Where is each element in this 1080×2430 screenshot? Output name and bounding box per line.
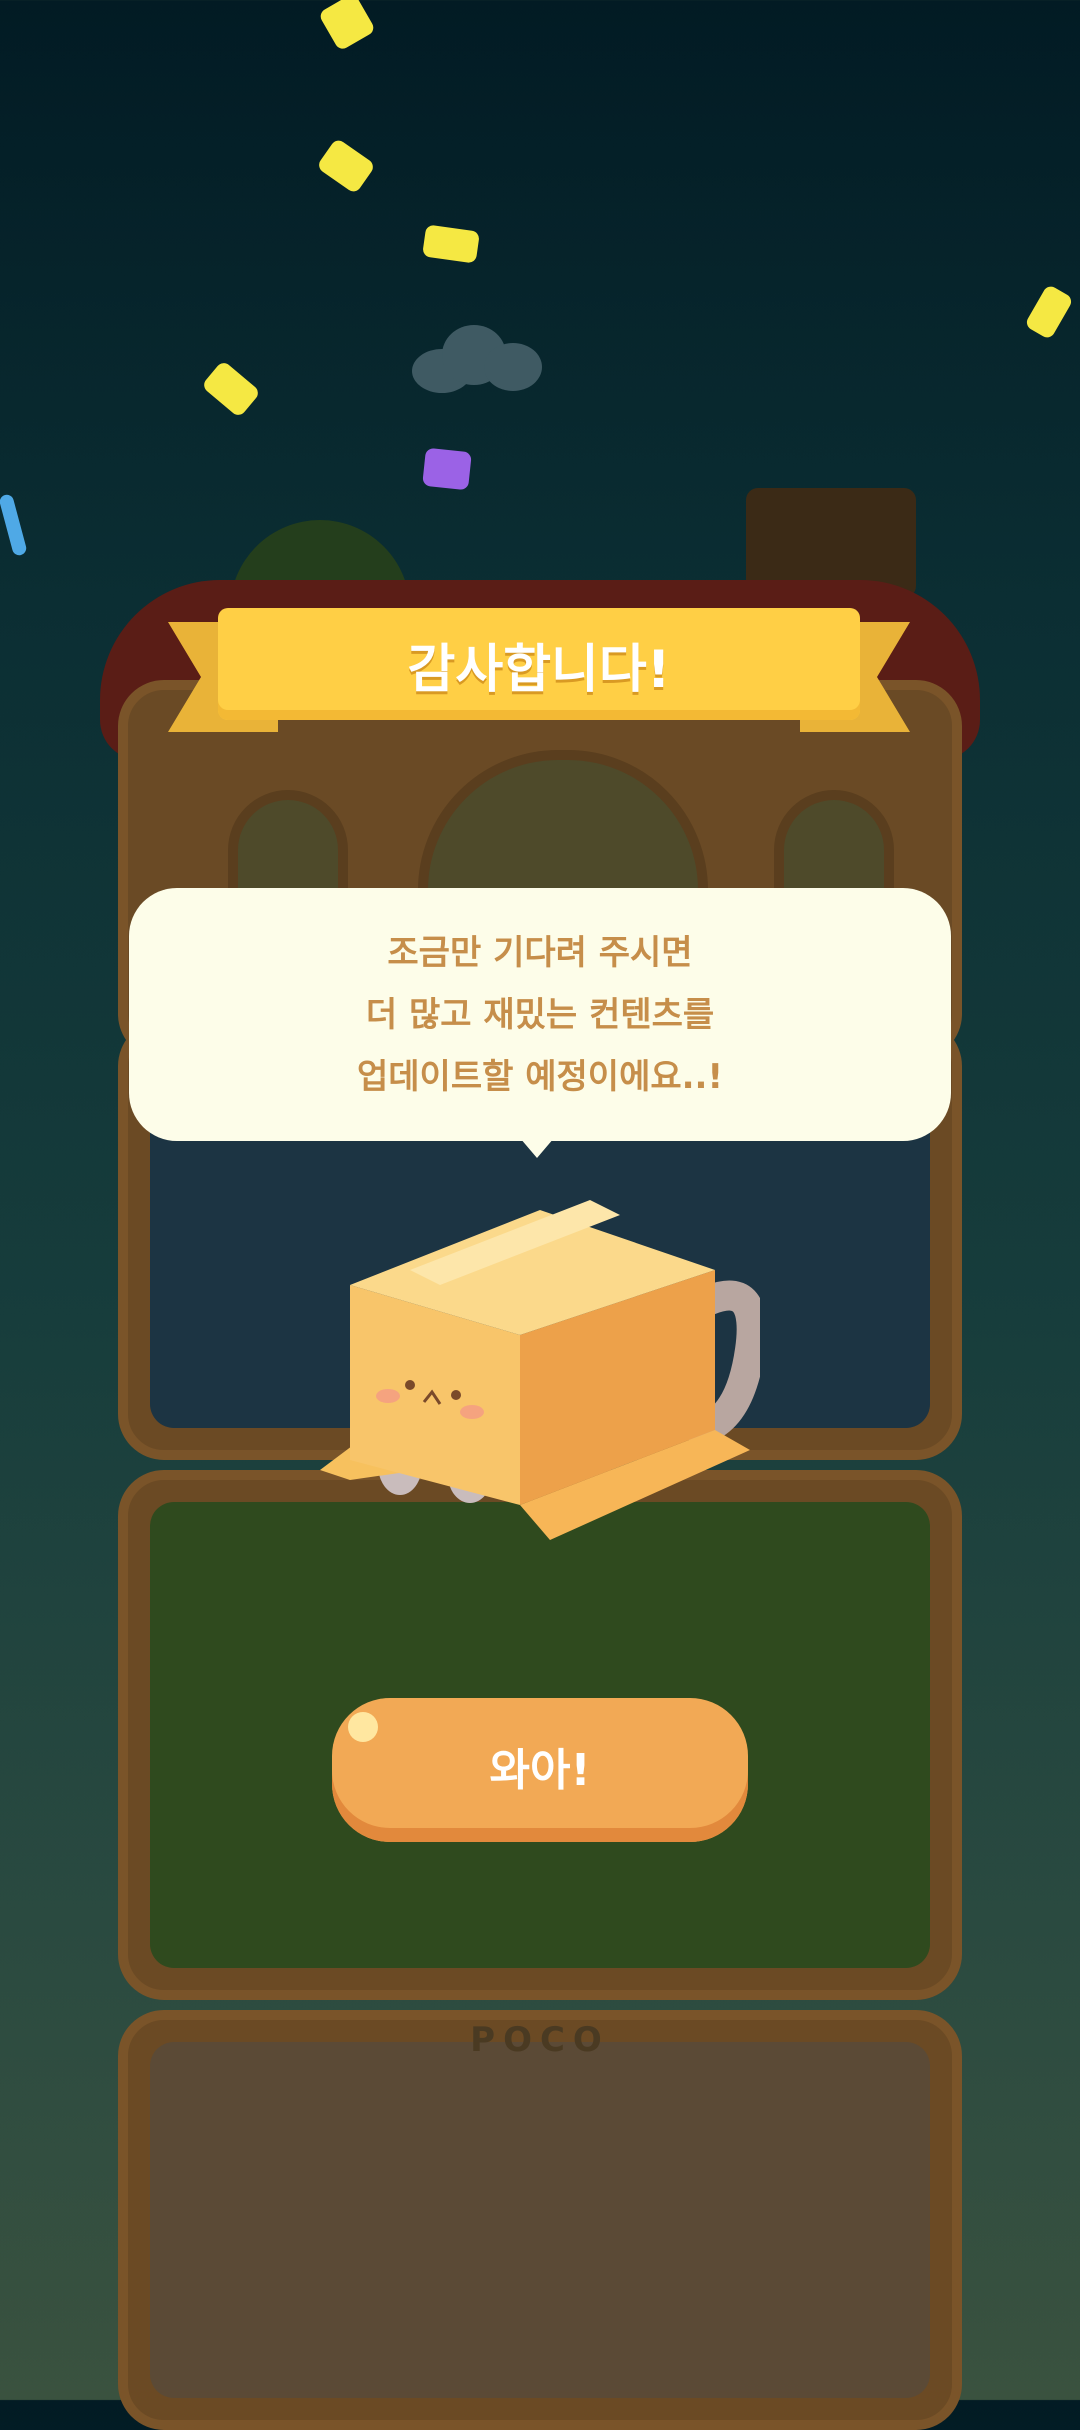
confetti-piece	[317, 0, 377, 52]
confirm-button[interactable]: 와아!	[332, 1698, 748, 1842]
title-ribbon: 감사합니다!	[218, 608, 860, 720]
confetti-piece	[200, 359, 262, 419]
dialog-title: 감사합니다!	[407, 639, 671, 700]
confirm-button-label: 와아!	[489, 1745, 591, 1796]
cloud-decoration	[412, 325, 542, 397]
poco-sign: POCO	[470, 2020, 610, 2060]
library-floor	[118, 2010, 962, 2430]
confetti-piece	[316, 137, 376, 195]
confetti-piece	[1024, 283, 1074, 341]
button-shine	[348, 1712, 378, 1742]
message-line-1: 조금만 기다려 주시면	[387, 932, 693, 973]
confetti-piece	[0, 493, 28, 557]
confetti-piece	[422, 224, 480, 264]
box-cat-character	[320, 1200, 760, 1540]
message-line-3: 업데이트할 예정이에요..!	[357, 1056, 723, 1097]
message-line-2: 더 많고 재밌는 컨텐츠를	[365, 994, 715, 1035]
speech-bubble: 조금만 기다려 주시면 더 많고 재밌는 컨텐츠를 업데이트할 예정이에요..!	[129, 888, 951, 1141]
